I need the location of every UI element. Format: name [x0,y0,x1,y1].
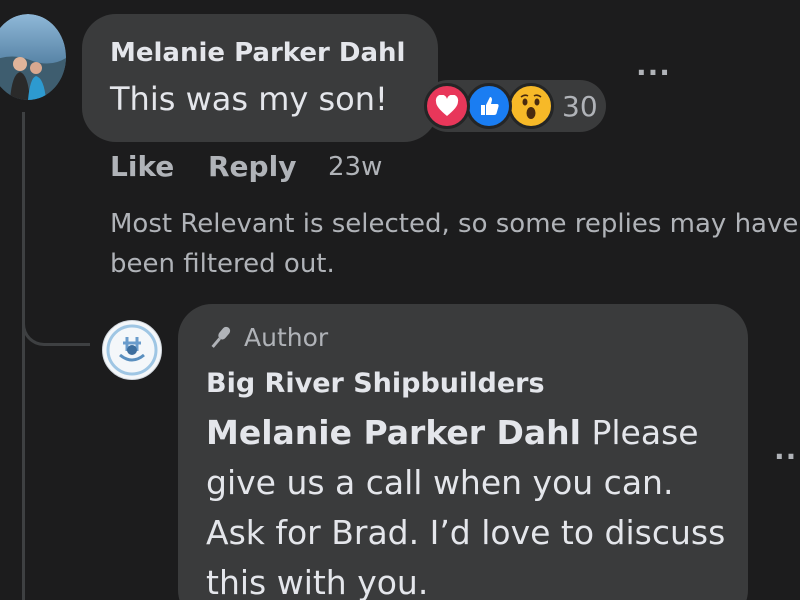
reply-text: Melanie Parker Dahl Please give us a cal… [206,408,726,600]
comment-author[interactable]: Melanie Parker Dahl [110,38,405,68]
author-badge: Author [206,322,328,352]
author-badge-label: Author [244,322,329,352]
comment-timestamp[interactable]: 23w [328,152,382,182]
reply-author[interactable]: Big River Shipbuilders [206,368,545,399]
reaction-count: 30 [562,90,598,123]
avatar[interactable] [0,14,66,100]
comment-bubble [82,14,438,142]
comment-thread: Melanie Parker Dahl This was my son! 30 … [0,0,800,600]
thread-line [22,112,25,600]
reaction-summary[interactable]: 30 [422,80,606,132]
author-avatar[interactable] [102,320,162,380]
comment-text: This was my son! [110,80,388,118]
reply-button[interactable]: Reply [208,150,296,183]
like-icon [466,83,512,129]
mention-link[interactable]: Melanie Parker Dahl [206,413,581,452]
more-options-icon[interactable]: ··· [636,56,671,89]
filter-notice: Most Relevant is selected, so some repli… [110,209,799,279]
microphone-icon [211,326,231,348]
reply-more-options-icon[interactable]: ··· [774,440,800,473]
thread-connector [22,300,90,346]
love-icon [424,83,470,129]
like-button[interactable]: Like [110,150,174,183]
wow-icon [508,83,554,129]
